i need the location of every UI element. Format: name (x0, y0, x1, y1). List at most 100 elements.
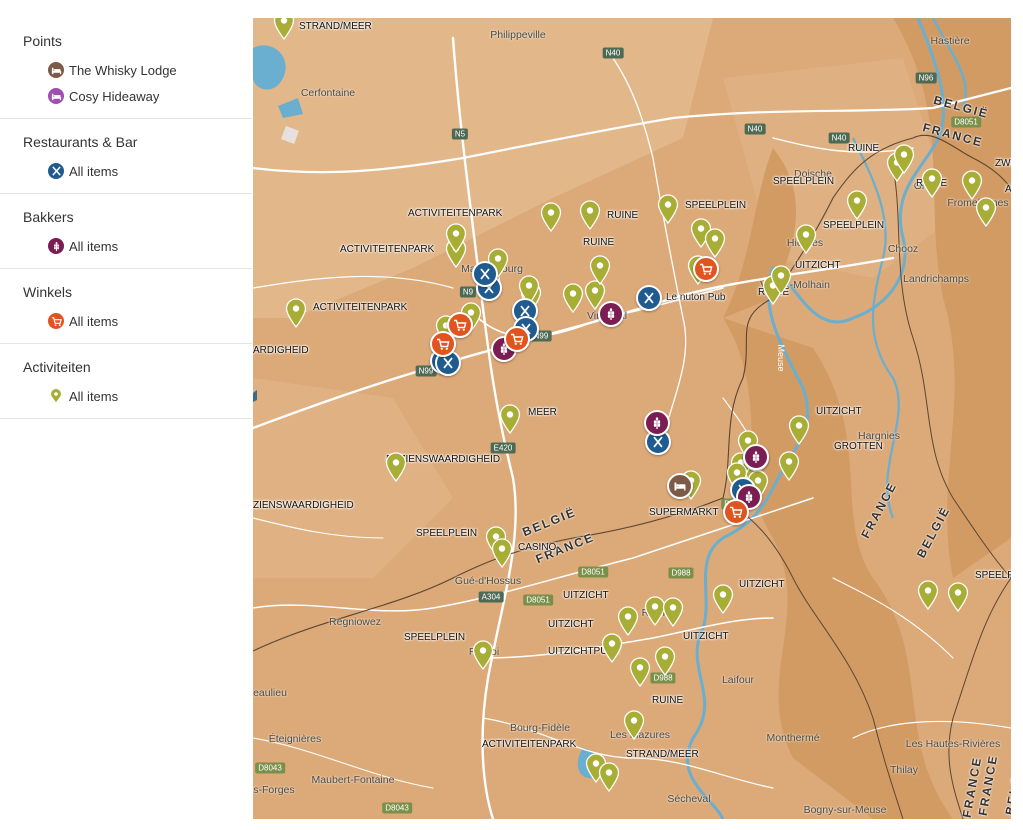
place-label: Landrichamps (903, 273, 969, 285)
item-winkels-all[interactable]: All items (48, 313, 252, 329)
utensils-icon (480, 268, 490, 280)
cart-icon (700, 263, 713, 275)
item-label: All items (69, 388, 119, 404)
poi-label: UITZICHT (795, 260, 841, 271)
poi-label: UITZICHT (548, 619, 594, 630)
place-label: Bourg-Fidèle (509, 722, 571, 734)
item-restaurants-all[interactable]: All items (48, 163, 252, 179)
road-shield: D8051 (578, 566, 608, 578)
activity-marker[interactable] (712, 584, 734, 614)
bed-icon (48, 62, 64, 78)
poi-label: SUPERMARKT (649, 507, 719, 518)
activity-marker[interactable] (788, 415, 810, 445)
activity-marker[interactable] (657, 194, 679, 224)
activity-marker[interactable] (704, 228, 726, 258)
place-label: Éteignières (268, 733, 322, 745)
activity-marker[interactable] (961, 170, 983, 200)
activity-marker[interactable] (589, 255, 611, 285)
activity-marker[interactable] (491, 538, 513, 568)
location-dot-icon (48, 388, 64, 404)
group-activiteiten: Activiteiten All items (0, 344, 252, 419)
activity-marker[interactable] (601, 633, 623, 663)
activity-marker[interactable] (598, 762, 620, 792)
bed-icon (48, 88, 64, 104)
activity-marker[interactable] (623, 710, 645, 740)
item-activiteiten-all[interactable]: All items (48, 388, 252, 404)
activity-marker[interactable] (662, 597, 684, 627)
location-pin-icon (617, 606, 639, 636)
shop-marker[interactable] (723, 499, 749, 525)
activity-marker[interactable] (273, 18, 295, 40)
activity-marker[interactable] (579, 200, 601, 230)
location-pin-icon (662, 597, 684, 627)
item-the-whisky-lodge[interactable]: The Whisky Lodge (48, 62, 252, 78)
item-bakkers-all[interactable]: All items (48, 238, 252, 254)
restaurant-marker[interactable] (636, 285, 662, 311)
bakery-marker[interactable] (743, 444, 769, 470)
activity-marker[interactable] (917, 580, 939, 610)
location-pin-icon (385, 452, 407, 482)
place-label: Gué-d'Hossus (454, 575, 522, 587)
item-cosy-hideaway[interactable]: Cosy Hideaway (48, 88, 252, 104)
location-pin-icon (540, 202, 562, 232)
activity-marker[interactable] (285, 298, 307, 328)
road-shield: A304 (478, 591, 504, 603)
group-bakkers: Bakkers All items (0, 194, 252, 269)
map-canvas[interactable]: PhilippevilleHastièreCerfontaineDoischeH… (253, 18, 1011, 819)
poi-label: RUINE (652, 695, 684, 706)
activity-marker[interactable] (562, 283, 584, 313)
place-label: Chooz (887, 243, 919, 255)
place-label: Philippeville (490, 29, 546, 41)
location-pin-icon (629, 657, 651, 687)
activity-marker[interactable] (921, 168, 943, 198)
road-shield: D8043 (382, 802, 412, 814)
poi-label: UITZICHT (683, 631, 729, 642)
place-label: Monthermé (766, 732, 820, 744)
location-pin-icon (846, 190, 868, 220)
location-pin-icon (562, 283, 584, 313)
activity-marker[interactable] (846, 190, 868, 220)
activity-marker[interactable] (499, 404, 521, 434)
bakery-marker[interactable] (598, 301, 624, 327)
activity-marker[interactable] (975, 197, 997, 227)
cart-icon (730, 506, 743, 518)
place-label: Les Hautes-Rivières (905, 738, 1001, 750)
shop-marker[interactable] (693, 256, 719, 282)
place-label: Laifour (721, 674, 755, 686)
activity-marker[interactable] (629, 657, 651, 687)
road-shield: N40 (828, 132, 850, 144)
shop-marker[interactable] (430, 331, 456, 357)
poi-label: ARDIGHEID (253, 345, 309, 356)
poi-label: UITZICHT (563, 590, 609, 601)
poi-label: STRAND/MEER (299, 21, 372, 32)
group-title: Bakkers (23, 209, 74, 225)
lodge-marker[interactable] (667, 473, 693, 499)
activity-marker[interactable] (654, 646, 676, 676)
layer-sidebar: Points The Whisky Lodge Cosy Hideaway Re… (0, 0, 252, 830)
shop-marker[interactable] (504, 326, 530, 352)
activity-marker[interactable] (385, 452, 407, 482)
poi-label: ZWE (995, 158, 1011, 169)
poi-label: SPEELPLEIN (404, 632, 466, 643)
poi-label: SPEELPL (975, 570, 1011, 581)
activity-marker[interactable] (795, 224, 817, 254)
poi-label: SPEELPLEIN (685, 200, 747, 211)
poi-label: RUINE (607, 210, 639, 221)
place-label: Maubert-Fontaine (311, 774, 395, 786)
group-title: Activiteiten (23, 359, 91, 375)
activity-marker[interactable] (947, 582, 969, 612)
group-title: Winkels (23, 284, 73, 300)
place-label: es-Forges (253, 784, 295, 796)
activity-marker[interactable] (617, 606, 639, 636)
activity-marker[interactable] (472, 640, 494, 670)
bakery-marker[interactable] (644, 410, 670, 436)
activity-marker[interactable] (770, 265, 792, 295)
restaurant-marker[interactable] (472, 261, 498, 287)
activity-marker[interactable] (893, 144, 915, 174)
location-pin-icon (712, 584, 734, 614)
group-title: Restaurants & Bar (23, 134, 138, 150)
activity-marker[interactable] (778, 451, 800, 481)
place-label: Hastière (930, 35, 970, 47)
activity-marker[interactable] (540, 202, 562, 232)
activity-marker[interactable] (445, 223, 467, 253)
